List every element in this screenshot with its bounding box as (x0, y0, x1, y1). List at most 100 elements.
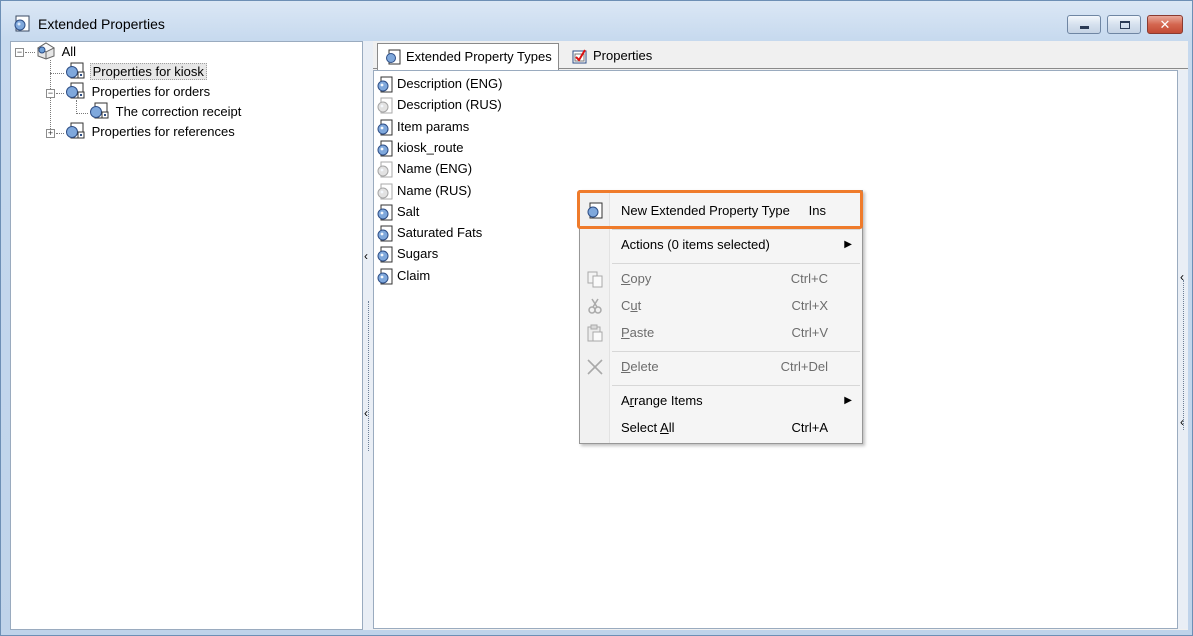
tree-item-label: All (61, 44, 77, 59)
tab-properties[interactable]: Properties (565, 43, 658, 69)
menu-item-label: Arrange Items (621, 393, 703, 408)
list-item[interactable]: Name (ENG) (377, 159, 472, 179)
collapse-right-arrow-icon[interactable]: ‹ (1180, 415, 1184, 429)
menu-item-arrange-items[interactable]: Arrange Items ▶ (582, 388, 860, 414)
paste-icon (587, 324, 603, 342)
list-item[interactable]: Salt (377, 202, 419, 222)
property-folder-icon (66, 62, 85, 79)
tree-item-properties-for-kiosk[interactable]: Properties for kiosk (64, 62, 207, 82)
menu-item-label: Cut (621, 298, 642, 313)
menu-item-shortcut: Ctrl+C (790, 271, 828, 286)
menu-item-delete[interactable]: Delete Ctrl+Del (582, 354, 860, 380)
property-folder-icon (90, 102, 109, 119)
submenu-arrow-icon: ▶ (844, 239, 852, 250)
menu-item-select-all[interactable]: Select All Ctrl+A (582, 415, 860, 441)
tree-item-label: Properties for orders (91, 84, 211, 99)
extended-properties-window: Extended Properties ✕ − All Properties f… (0, 0, 1193, 636)
minimize-button[interactable] (1067, 15, 1101, 34)
list-item[interactable]: Saturated Fats (377, 223, 482, 243)
list-item-label: Sugars (397, 246, 439, 262)
list-item[interactable]: Description (ENG) (377, 74, 502, 94)
list-item[interactable]: Description (RUS) (377, 95, 502, 115)
menu-item-label: Select All (621, 420, 675, 435)
menu-item-cut[interactable]: Cut Ctrl+X (582, 293, 860, 319)
extended-property-icon (377, 76, 393, 93)
menu-item-copy[interactable]: Copy Ctrl+C (582, 266, 860, 292)
list-item-label: Name (ENG) (397, 161, 473, 177)
list-item[interactable]: Claim (377, 266, 430, 286)
menu-item-shortcut: Ctrl+Del (780, 359, 828, 374)
menu-item-label: Delete (621, 359, 659, 374)
tree-item-all[interactable]: All (36, 42, 78, 62)
expand-references-toggle[interactable]: + (46, 129, 55, 138)
menu-item-shortcut: Ctrl+X (791, 298, 828, 313)
menu-item-label: Actions (0 items selected) (621, 237, 770, 252)
tab-extended-property-types[interactable]: Extended Property Types (377, 43, 559, 70)
extended-property-icon (377, 225, 393, 242)
all-items-icon (36, 42, 56, 60)
close-button[interactable]: ✕ (1147, 15, 1183, 34)
close-icon: ✕ (1159, 17, 1171, 32)
menu-item-new-extended-property-type[interactable]: New Extended Property Type Ins (582, 198, 860, 224)
context-menu: New Extended Property Type Ins Actions (… (579, 190, 863, 444)
extended-property-icon (386, 49, 401, 65)
list-item-label: Saturated Fats (397, 225, 483, 241)
menu-item-actions[interactable]: Actions (0 items selected) ▶ (582, 232, 860, 258)
extended-property-icon (377, 246, 393, 263)
list-item-label: Claim (397, 267, 431, 283)
extended-property-icon (377, 140, 393, 157)
list-item[interactable]: Sugars (377, 244, 438, 264)
list-item[interactable]: kiosk_route (377, 138, 463, 158)
extended-property-icon (377, 97, 393, 114)
properties-check-icon (572, 49, 587, 64)
list-item-label: Item params (397, 118, 470, 134)
menu-item-label: New Extended Property Type (621, 203, 790, 218)
list-item-label: Name (RUS) (397, 182, 472, 198)
list-item-label: kiosk_route (397, 139, 464, 155)
tree-item-label: Properties for kiosk (89, 63, 207, 80)
cut-icon (588, 298, 602, 314)
extended-property-icon (377, 204, 393, 221)
minimize-icon (1080, 26, 1089, 29)
pane-splitter[interactable]: ‹ ‹ (363, 41, 373, 630)
menu-item-shortcut: Ctrl+A (791, 420, 828, 435)
collapse-root-toggle[interactable]: − (15, 48, 24, 57)
tree-item-properties-for-orders[interactable]: Properties for orders (64, 82, 212, 102)
collapse-left-arrow-icon[interactable]: ‹ (364, 406, 373, 420)
maximize-icon (1120, 21, 1130, 29)
menu-item-shortcut: Ctrl+V (791, 325, 828, 340)
list-item-label: Salt (397, 203, 420, 219)
tree-item-properties-for-references[interactable]: Properties for references (64, 122, 237, 142)
title-bar[interactable]: Extended Properties ✕ (1, 1, 1192, 41)
collapse-left-arrow-icon[interactable]: ‹ (364, 249, 373, 263)
tree-item-label: Properties for references (91, 124, 235, 139)
extended-property-icon (377, 268, 393, 285)
collapse-orders-toggle[interactable]: − (46, 89, 55, 98)
extended-property-icon (377, 183, 393, 199)
menu-item-shortcut: Ins (808, 203, 826, 218)
list-item-label: Description (RUS) (397, 97, 502, 113)
tree-item-label: The correction receipt (115, 104, 242, 119)
menu-item-label: Paste (621, 325, 655, 340)
extended-property-icon (377, 119, 393, 136)
tree-item-correction-receipt[interactable]: The correction receipt (88, 102, 243, 122)
property-folder-icon (66, 82, 85, 99)
maximize-button[interactable] (1107, 15, 1141, 34)
menu-item-label: Copy (621, 271, 652, 286)
list-item[interactable]: Name (RUS) (377, 181, 471, 201)
category-tree[interactable]: − All Properties for kiosk − Properties … (10, 41, 363, 630)
tab-strip: Extended Property Types Properties (373, 41, 1188, 70)
tab-label: Properties (593, 48, 653, 63)
tab-label: Extended Property Types (406, 49, 552, 64)
extended-property-icon (14, 15, 30, 32)
extended-property-icon (587, 202, 603, 219)
delete-icon (587, 359, 603, 375)
menu-item-paste[interactable]: Paste Ctrl+V (582, 320, 860, 346)
window-title: Extended Properties (38, 16, 165, 32)
right-splitter[interactable]: ‹ ‹ (1178, 70, 1188, 629)
list-item[interactable]: Item params (377, 117, 469, 137)
submenu-arrow-icon: ▶ (844, 395, 852, 406)
copy-icon (587, 271, 603, 288)
extended-property-icon (377, 161, 393, 178)
list-item-label: Description (ENG) (397, 76, 503, 91)
